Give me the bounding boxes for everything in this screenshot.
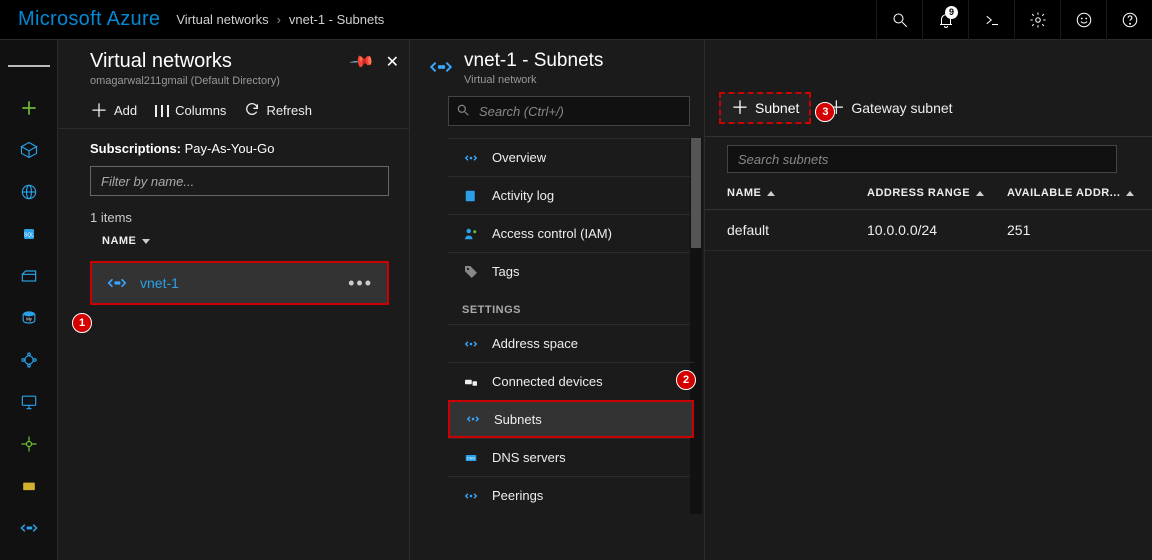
callout-1: 1	[72, 313, 92, 333]
menu-search-input[interactable]	[448, 96, 690, 126]
col-available-addr[interactable]: AVAILABLE ADDR...	[1007, 187, 1137, 199]
vnet-row[interactable]: vnet-1 •••	[90, 261, 389, 305]
chevron-up-icon	[1126, 191, 1134, 196]
feedback-smile-icon[interactable]	[1060, 0, 1106, 40]
pin-icon[interactable]: 📌	[348, 48, 376, 76]
settings-group-label: SETTINGS	[448, 290, 694, 324]
items-count: 1 items	[90, 210, 389, 225]
col-address-range[interactable]: ADDRESS RANGE	[867, 187, 1007, 199]
mysql-database-icon[interactable]: My	[8, 300, 50, 336]
menu-peerings[interactable]: Peerings	[448, 476, 694, 514]
load-balancer-icon[interactable]	[8, 426, 50, 462]
peerings-icon	[462, 487, 480, 505]
callout-3: 3	[815, 102, 835, 122]
col-name[interactable]: NAME	[727, 187, 867, 199]
activity-log-icon	[462, 187, 480, 205]
column-header-name[interactable]: NAME	[90, 235, 389, 247]
billing-icon[interactable]	[8, 468, 50, 504]
iam-icon	[462, 225, 480, 243]
vnet-icon	[106, 272, 128, 294]
chevron-up-icon	[767, 191, 775, 196]
menu-dns-servers[interactable]: DNSDNS servers	[448, 438, 694, 476]
svg-text:SQL: SQL	[23, 233, 33, 239]
monitor-icon[interactable]	[8, 384, 50, 420]
blade2-subtitle: Virtual network	[464, 74, 603, 86]
globe-icon[interactable]	[8, 174, 50, 210]
menu-connected-devices[interactable]: Connected devices2	[448, 362, 694, 400]
svg-text:DNS: DNS	[467, 456, 475, 460]
subscriptions-label: Subscriptions: Pay-As-You-Go	[90, 141, 389, 156]
address-space-icon	[462, 335, 480, 353]
subnets-icon	[464, 410, 482, 428]
menu-overview[interactable]: Overview	[448, 138, 694, 176]
subnets-blade: ＋ Subnet 3 ＋Gateway subnet NAME ADDRESS …	[705, 40, 1152, 560]
close-icon[interactable]: ✕	[386, 52, 399, 72]
plus-icon: ＋	[731, 99, 749, 117]
breadcrumb-root[interactable]: Virtual networks	[176, 12, 268, 27]
subnet-address-range: 10.0.0.0/24	[867, 222, 1007, 238]
filter-input[interactable]	[90, 166, 389, 196]
scrollbar[interactable]	[690, 138, 702, 514]
row-more-icon[interactable]: •••	[348, 273, 373, 294]
left-nav-rail: SQL My	[0, 40, 58, 560]
subnet-name: default	[727, 222, 867, 238]
vnet-detail-blade: vnet-1 - Subnets Virtual network Overvie…	[410, 40, 705, 560]
hamburger-icon[interactable]	[8, 48, 50, 84]
blade2-title: vnet-1 - Subnets	[464, 50, 603, 72]
add-button[interactable]: ＋Add	[90, 102, 137, 120]
add-gateway-subnet-button[interactable]: ＋Gateway subnet	[827, 99, 952, 117]
plus-icon: ＋	[90, 102, 108, 120]
breadcrumb-current[interactable]: vnet-1 - Subnets	[289, 12, 384, 27]
top-bar: Microsoft Azure Virtual networks › vnet-…	[0, 0, 1152, 40]
search-icon	[456, 103, 470, 117]
subnet-available: 251	[1007, 222, 1137, 238]
callout-2: 2	[676, 370, 696, 390]
refresh-button[interactable]: Refresh	[244, 101, 312, 120]
top-icon-bar: 9	[876, 0, 1152, 39]
chevron-up-icon	[976, 191, 984, 196]
vnet-icon	[462, 149, 480, 167]
chevron-right-icon: ›	[277, 12, 281, 27]
vnet-icon	[428, 54, 454, 80]
notifications-icon[interactable]: 9	[922, 0, 968, 40]
notification-badge: 9	[945, 6, 958, 19]
add-subnet-button[interactable]: ＋ Subnet 3	[719, 92, 811, 124]
svg-text:My: My	[26, 317, 32, 322]
subnets-table-header: NAME ADDRESS RANGE AVAILABLE ADDR...	[705, 173, 1152, 210]
search-icon[interactable]	[876, 0, 922, 40]
tag-icon	[462, 263, 480, 281]
vnet-name: vnet-1	[140, 275, 179, 291]
columns-button[interactable]: Columns	[155, 103, 226, 118]
create-resource-icon[interactable]	[8, 90, 50, 126]
columns-icon	[155, 105, 169, 117]
settings-gear-icon[interactable]	[1014, 0, 1060, 40]
blade-subtitle: omagarwal211gmail (Default Directory)	[90, 75, 393, 87]
blade-toolbar: ＋Add Columns Refresh	[58, 93, 409, 129]
brand-logo[interactable]: Microsoft Azure	[18, 8, 160, 31]
menu-tags[interactable]: Tags	[448, 252, 694, 290]
sql-database-icon[interactable]: SQL	[8, 216, 50, 252]
subnet-row[interactable]: default 10.0.0.0/24 251	[705, 210, 1152, 251]
search-subnets-input[interactable]	[727, 145, 1117, 173]
refresh-icon	[244, 101, 260, 120]
menu-address-space[interactable]: Address space	[448, 324, 694, 362]
chevron-down-icon	[142, 239, 150, 244]
storage-icon[interactable]	[8, 258, 50, 294]
menu-iam[interactable]: Access control (IAM)	[448, 214, 694, 252]
virtual-networks-blade: Virtual networks omagarwal211gmail (Defa…	[58, 40, 410, 560]
breadcrumb: Virtual networks › vnet-1 - Subnets	[176, 12, 384, 27]
help-icon[interactable]	[1106, 0, 1152, 40]
menu-subnets[interactable]: Subnets	[448, 400, 694, 438]
rail-vnet-icon[interactable]	[8, 510, 50, 546]
menu-activity-log[interactable]: Activity log	[448, 176, 694, 214]
app-service-icon[interactable]	[8, 342, 50, 378]
cloud-shell-icon[interactable]	[968, 0, 1014, 40]
dns-icon: DNS	[462, 449, 480, 467]
connected-devices-icon	[462, 373, 480, 391]
cube-icon[interactable]	[8, 132, 50, 168]
